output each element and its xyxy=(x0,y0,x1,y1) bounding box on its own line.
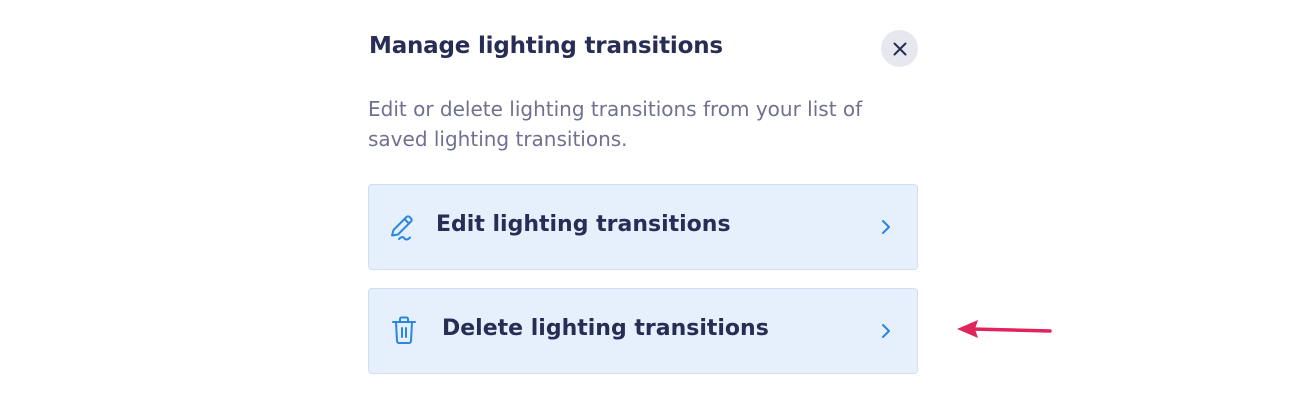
delete-lighting-transitions-label: Delete lighting transitions xyxy=(442,316,769,341)
edit-lighting-transitions-label: Edit lighting transitions xyxy=(436,212,731,237)
dialog-title: Manage lighting transitions xyxy=(369,33,723,59)
page: Manage lighting transitions Edit or dele… xyxy=(0,0,1298,415)
chevron-right-icon xyxy=(882,220,890,234)
trash-icon xyxy=(392,316,416,344)
close-icon xyxy=(893,42,906,55)
arrow-left-icon xyxy=(957,320,1052,338)
close-button[interactable] xyxy=(881,30,918,67)
chevron-right-icon xyxy=(882,324,890,338)
dialog-header: Manage lighting transitions xyxy=(368,30,918,68)
pencil-icon xyxy=(391,215,413,241)
delete-lighting-transitions-button[interactable]: Delete lighting transitions xyxy=(368,288,918,374)
edit-lighting-transitions-button[interactable]: Edit lighting transitions xyxy=(368,184,918,270)
dialog-description: Edit or delete lighting transitions from… xyxy=(368,97,863,151)
